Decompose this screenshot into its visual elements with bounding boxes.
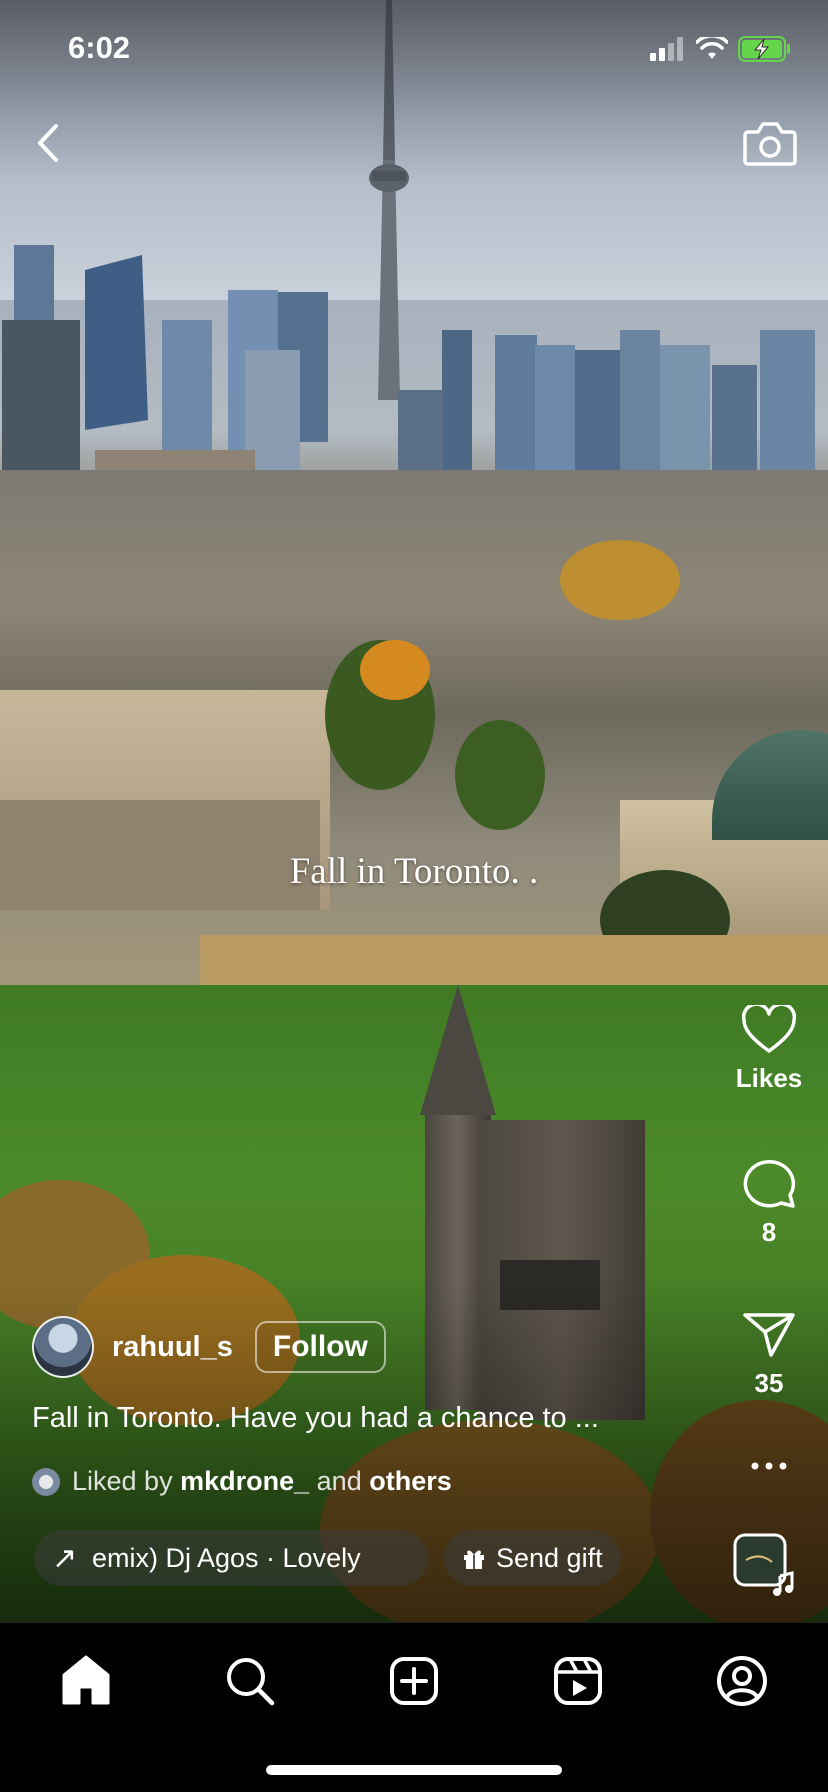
plus-square-icon bbox=[390, 1657, 438, 1705]
original-audio-button[interactable] bbox=[732, 1532, 796, 1596]
liked-by-prefix: Liked by bbox=[72, 1466, 173, 1496]
comment-button[interactable]: 8 bbox=[710, 1155, 828, 1248]
share-button[interactable]: 35 bbox=[710, 1310, 828, 1399]
liked-by-middle: and bbox=[316, 1466, 362, 1496]
tab-reels[interactable] bbox=[548, 1651, 608, 1711]
status-time: 6:02 bbox=[68, 30, 131, 65]
liked-by-others[interactable]: others bbox=[369, 1466, 452, 1497]
audio-track-text: emix) Dj Agos · Lovely bbox=[92, 1542, 361, 1573]
top-gradient bbox=[0, 0, 828, 180]
author-avatar[interactable] bbox=[32, 1316, 94, 1378]
profile-icon bbox=[717, 1656, 767, 1706]
reel-caption[interactable]: Fall in Toronto. Have you had a chance t… bbox=[32, 1402, 652, 1435]
heart-icon bbox=[741, 1005, 797, 1053]
comments-count: 8 bbox=[761, 1217, 777, 1247]
comment-bubble-icon bbox=[743, 1160, 796, 1208]
more-options-button[interactable] bbox=[710, 1460, 828, 1472]
paper-plane-icon bbox=[743, 1313, 795, 1357]
home-icon bbox=[62, 1655, 110, 1705]
author-row: rahuul_s Follow bbox=[32, 1315, 386, 1379]
reels-icon bbox=[554, 1657, 602, 1705]
likes-label: Likes bbox=[735, 1063, 803, 1093]
like-button[interactable]: Likes bbox=[710, 1005, 828, 1094]
camera-icon bbox=[743, 122, 797, 166]
more-horizontal-icon bbox=[751, 1462, 787, 1470]
turret-spire bbox=[420, 985, 496, 1115]
cellular-signal-icon bbox=[650, 37, 683, 61]
status-icons bbox=[650, 34, 792, 64]
tab-profile[interactable] bbox=[712, 1651, 772, 1711]
wifi-icon bbox=[696, 37, 728, 59]
audio-pill[interactable]: ↗ emix) Dj Agos · Lovely bbox=[34, 1530, 428, 1586]
author-username[interactable]: rahuul_s bbox=[112, 1331, 233, 1364]
home-indicator[interactable] bbox=[266, 1765, 562, 1775]
reels-screen: 6:02 Fall in Toronto. . Likes 8 35 rahuu… bbox=[0, 0, 828, 1792]
tree bbox=[360, 640, 430, 700]
camera-button[interactable] bbox=[742, 118, 798, 168]
gift-icon bbox=[464, 1550, 484, 1569]
battery-charging-icon bbox=[738, 36, 790, 62]
tab-search[interactable] bbox=[220, 1651, 280, 1711]
send-gift-label: Send gift bbox=[496, 1542, 603, 1573]
follow-button[interactable]: Follow bbox=[254, 1321, 386, 1373]
tab-create[interactable] bbox=[384, 1651, 444, 1711]
liked-by-avatar bbox=[32, 1467, 60, 1496]
liked-by-user[interactable]: mkdrone_ bbox=[180, 1466, 309, 1497]
send-gift-button[interactable]: Send gift bbox=[444, 1530, 621, 1586]
search-icon bbox=[227, 1658, 275, 1706]
shares-count: 35 bbox=[754, 1368, 784, 1398]
chevron-left-icon bbox=[38, 124, 58, 162]
back-button[interactable] bbox=[26, 118, 70, 168]
tree bbox=[560, 540, 680, 620]
tree bbox=[455, 720, 545, 830]
tab-home[interactable] bbox=[56, 1651, 116, 1711]
audio-arrow-icon: ↗ bbox=[52, 1541, 78, 1575]
liked-by-row[interactable]: Liked by mkdrone_ and others bbox=[32, 1466, 452, 1497]
audio-thumbnail-icon bbox=[733, 1533, 794, 1596]
video-overlay-caption: Fall in Toronto. . bbox=[289, 851, 539, 892]
